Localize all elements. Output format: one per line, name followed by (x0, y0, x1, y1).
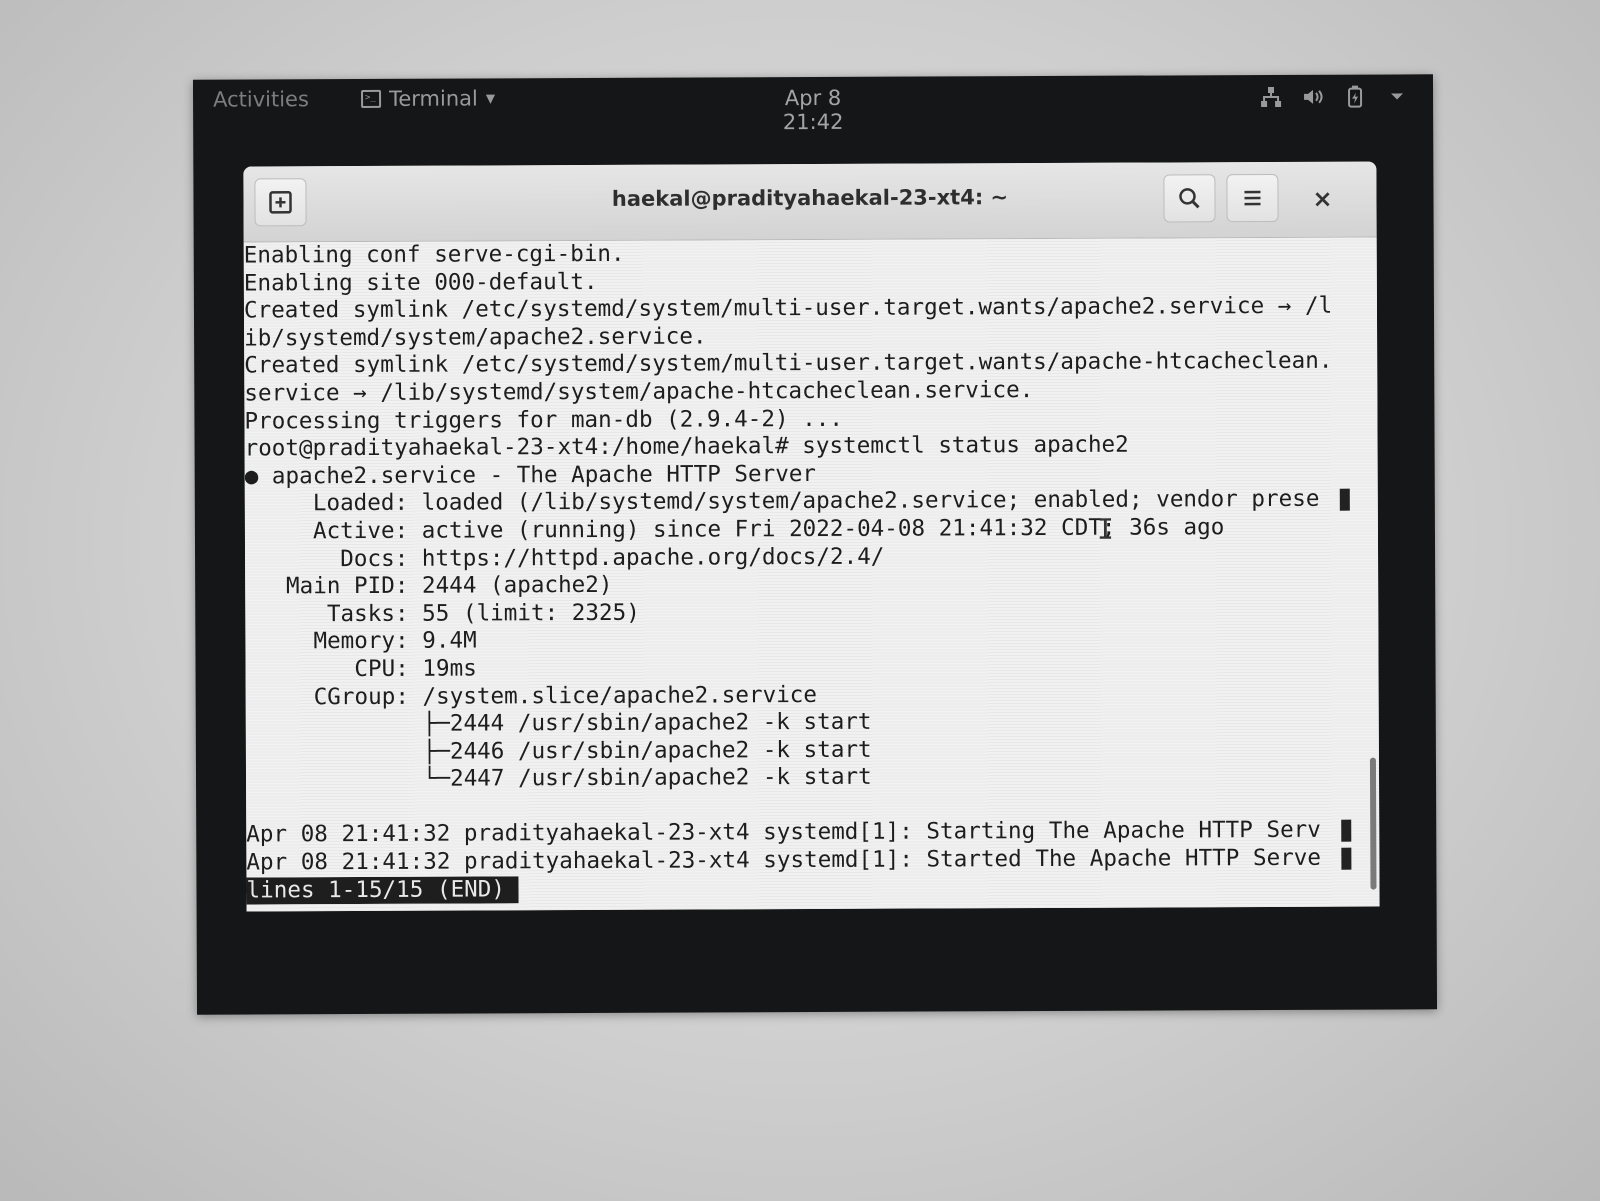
terminal-line-text: Main PID: 2444 (apache2) (245, 572, 613, 600)
text-cursor-icon: I (1096, 512, 1114, 546)
hamburger-menu-button[interactable] (1226, 173, 1279, 223)
terminal-line-text: Enabling conf serve-cgi-bin. (243, 240, 625, 269)
caret-down-icon: ▼ (485, 91, 496, 106)
terminal-line-text: Apr 08 21:41:32 pradityahaekal-23-xt4 sy… (246, 817, 1321, 848)
terminal-line-text: Created symlink /etc/systemd/system/mult… (244, 348, 1333, 379)
terminal-line-text: Processing triggers for man-db (2.9.4-2)… (244, 405, 844, 435)
terminal-line-text: root@pradityahaekal-23-xt4:/home/haekal#… (244, 431, 1129, 462)
window-title: haekal@pradityahaekal-23-xt4: ~ (611, 185, 1009, 211)
system-tray[interactable] (1259, 84, 1409, 109)
search-icon (1179, 188, 1200, 209)
activities-button[interactable]: Activities (213, 87, 309, 111)
search-button[interactable] (1163, 174, 1216, 223)
terminal-line-text: Loaded: loaded (/lib/systemd/system/apac… (244, 486, 1320, 517)
gnome-top-bar: Activities >_ Terminal ▼ Apr 8 21:42 (193, 74, 1433, 134)
app-menu-label: Terminal (388, 86, 478, 111)
terminal-icon: >_ (361, 89, 382, 108)
new-tab-icon (269, 191, 292, 214)
terminal-line-text: Apr 08 21:41:32 pradityahaekal-23-xt4 sy… (246, 844, 1322, 876)
app-menu-terminal[interactable]: >_ Terminal ▼ (361, 86, 495, 111)
truncation-marker (1341, 847, 1352, 870)
terminal-scrollbar[interactable] (1366, 238, 1377, 907)
terminal-line-text: └─2447 /usr/sbin/apache2 -k start (245, 764, 872, 793)
clock[interactable]: Apr 8 21:42 (753, 86, 873, 135)
terminal-line-text: Enabling site 000-default. (243, 268, 598, 297)
volume-icon[interactable] (1301, 85, 1325, 109)
terminal-line-text: CGroup: /system.slice/apache2.service (245, 681, 818, 710)
truncation-marker (1341, 820, 1352, 843)
terminal-line-text: ib/systemd/system/apache2.service. (244, 323, 707, 352)
battery-icon[interactable] (1343, 85, 1367, 109)
terminal-window: haekal@pradityahaekal-23-xt4: ~ × Enabli… (243, 161, 1380, 912)
scrollbar-thumb[interactable] (1369, 757, 1377, 890)
system-menu-caret-icon[interactable] (1385, 84, 1409, 108)
terminal-line-text: Tasks: 55 (limit: 2325) (245, 599, 640, 628)
terminal-line-text: ├─2446 /usr/sbin/apache2 -k start (245, 736, 872, 766)
monitor-screen: Activities >_ Terminal ▼ Apr 8 21:42 hae… (192, 74, 1438, 1015)
pager-status: lines 1-15/15 (END) (246, 875, 520, 905)
terminal-output: Enabling conf serve-cgi-bin. Enabling sit… (244, 238, 1352, 905)
terminal-line-text: ● apache2.service - The Apache HTTP Serv… (244, 460, 817, 490)
new-tab-button[interactable] (254, 178, 307, 227)
terminal-line-text: Docs: https://httpd.apache.org/docs/2.4/ (245, 543, 885, 573)
menu-icon (1244, 190, 1261, 206)
close-button[interactable]: × (1303, 180, 1341, 218)
terminal-line-text: ├─2444 /usr/sbin/apache2 -k start (245, 708, 872, 738)
terminal-line-text: Active: active (running) since Fri 2022-… (244, 514, 1225, 545)
terminal-line-text: service → /lib/systemd/system/apache-htc… (244, 377, 1034, 407)
close-icon: × (1312, 184, 1333, 213)
terminal-line-text: CPU: 19ms (245, 655, 477, 683)
terminal-line-text: Memory: 9.4M (245, 627, 477, 655)
network-icon[interactable] (1259, 85, 1283, 109)
pager-status-line: lines 1-15/15 (END) (246, 872, 1351, 905)
terminal-content[interactable]: Enabling conf serve-cgi-bin. Enabling sit… (243, 237, 1380, 912)
window-header-bar: haekal@pradityahaekal-23-xt4: ~ × (243, 161, 1377, 243)
truncation-marker (1339, 489, 1350, 512)
terminal-line-text: Created symlink /etc/systemd/system/mult… (243, 292, 1333, 324)
